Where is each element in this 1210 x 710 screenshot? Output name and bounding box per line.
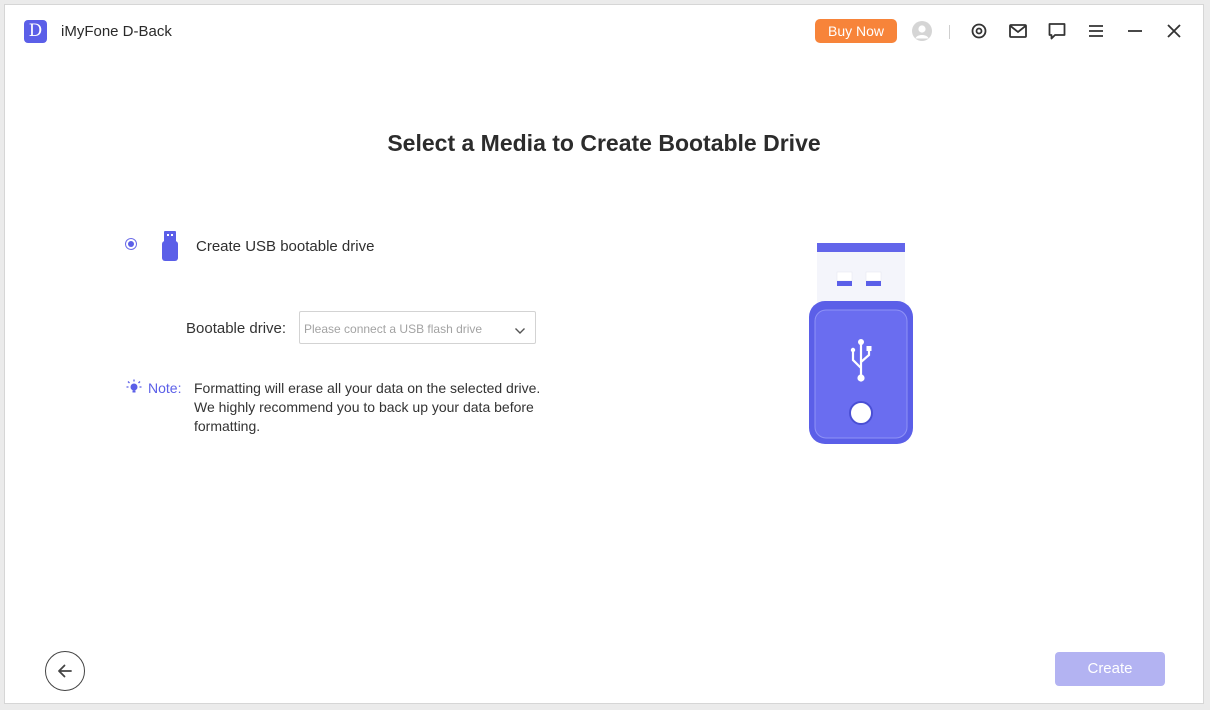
usb-option-label[interactable]: Create USB bootable drive	[196, 238, 374, 255]
settings-icon[interactable]	[968, 20, 990, 42]
arrow-left-icon	[58, 664, 72, 678]
note-text: Formatting will erase all your data on t…	[194, 380, 541, 434]
bootable-drive-select[interactable]: Please connect a USB flash drive	[299, 311, 536, 344]
mail-icon[interactable]	[1007, 20, 1029, 42]
menu-icon[interactable]	[1085, 20, 1107, 42]
lightbulb-icon	[126, 378, 142, 396]
user-avatar-icon[interactable]	[912, 21, 932, 41]
usb-drive-icon	[161, 231, 179, 261]
chevron-down-icon	[514, 323, 526, 334]
usb-option-radio[interactable]	[125, 238, 137, 250]
app-logo: D	[24, 20, 47, 43]
page-title: Select a Media to Create Bootable Drive	[387, 130, 821, 156]
buy-now-button[interactable]: Buy Now	[815, 19, 897, 43]
create-button[interactable]: Create	[1055, 652, 1165, 686]
feedback-icon[interactable]	[1046, 20, 1068, 42]
toolbar-divider	[949, 25, 950, 39]
close-icon[interactable]	[1163, 20, 1185, 42]
app-window: D iMyFone D-Back Buy Now Select a Media …	[4, 4, 1204, 704]
minimize-icon[interactable]	[1124, 20, 1146, 42]
back-button[interactable]	[45, 651, 85, 691]
app-title: iMyFone D-Back	[61, 23, 172, 40]
bootable-drive-placeholder: Please connect a USB flash drive	[304, 322, 483, 336]
bootable-drive-label: Bootable drive:	[186, 320, 287, 337]
note-label: Note:	[148, 380, 182, 396]
usb-drive-illustration	[803, 238, 913, 444]
title-bar: D iMyFone D-Back Buy Now	[5, 5, 1203, 57]
